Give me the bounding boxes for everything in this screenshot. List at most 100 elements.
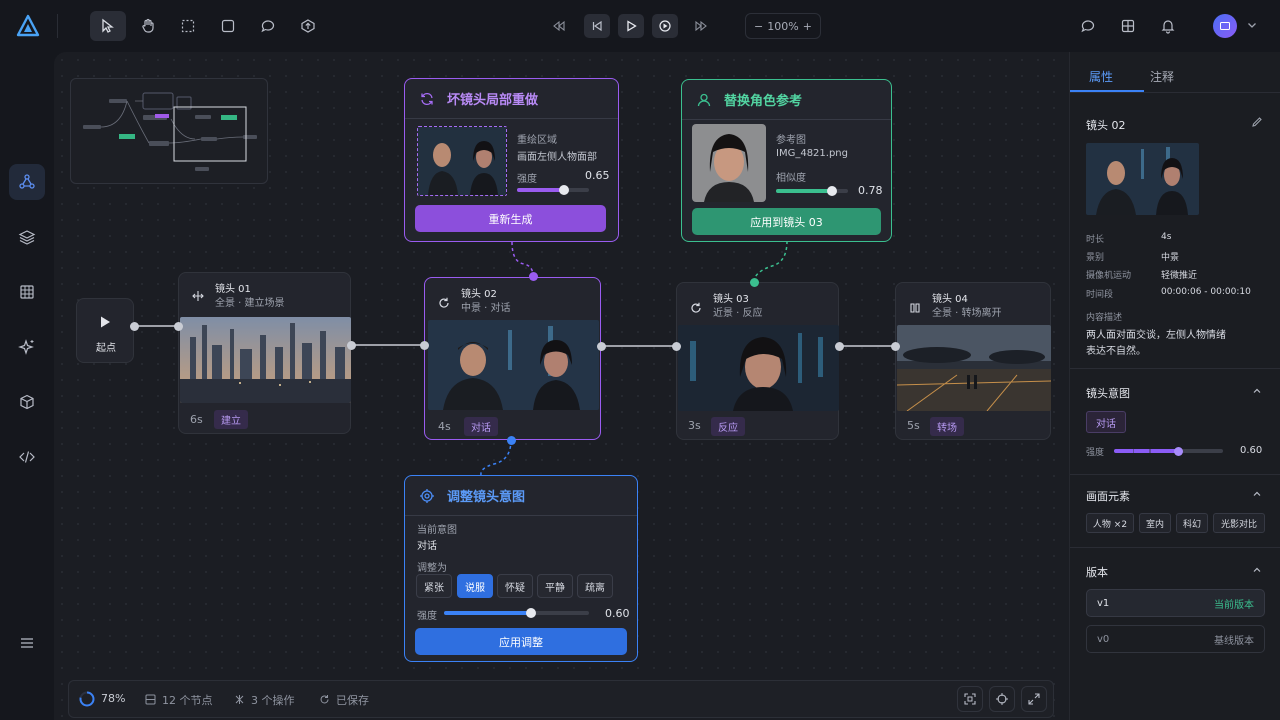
sidebar-item-code[interactable] — [9, 439, 45, 475]
intent-strength-knob[interactable] — [1174, 446, 1184, 456]
shot-04-input-port[interactable] — [891, 342, 900, 351]
intent-strength-knob[interactable] — [526, 608, 536, 618]
shot-duration: 3s — [688, 419, 701, 432]
top-toolbar: − 100% + — [0, 0, 1280, 52]
apply-adjustment-button[interactable]: 应用调整 — [415, 628, 627, 655]
versions-section-title[interactable]: 版本 — [1086, 564, 1108, 580]
shot-02-intent-port[interactable] — [507, 436, 516, 445]
sidebar-item-layers[interactable] — [9, 219, 45, 255]
sidebar-item-ai[interactable] — [9, 329, 45, 365]
shot-node-03[interactable]: 镜头 03 近景 · 反应 3s 反应 — [676, 282, 839, 440]
chat-icon — [1081, 20, 1095, 33]
rewind-button[interactable] — [546, 14, 572, 38]
shot-01-output-port[interactable] — [347, 341, 356, 350]
intent-section-title[interactable]: 镜头意图 — [1086, 385, 1130, 401]
avatar[interactable] — [1213, 14, 1237, 38]
intent-option-persuade[interactable]: 说服 — [457, 574, 493, 598]
upload-tool-button[interactable] — [290, 11, 326, 41]
redo-region-thumbnail[interactable] — [417, 126, 507, 196]
intent-strength-slider[interactable] — [444, 608, 589, 618]
tab-notes[interactable]: 注释 — [1150, 68, 1174, 85]
frame-tool-button[interactable] — [210, 11, 246, 41]
fast-forward-button[interactable] — [688, 14, 714, 38]
reference-image[interactable] — [692, 124, 766, 202]
chat-button[interactable] — [1070, 11, 1106, 41]
sidebar-item-assets[interactable] — [9, 384, 45, 420]
version-item-current[interactable]: v1 当前版本 — [1086, 589, 1265, 617]
edit-icon[interactable] — [1251, 116, 1263, 128]
shot-02-redo-port[interactable] — [529, 272, 538, 281]
hand-tool-button[interactable] — [130, 11, 166, 41]
redo-strength-label: 强度 — [517, 174, 537, 185]
divider — [1070, 547, 1280, 548]
square-icon — [221, 19, 235, 33]
apply-to-shot-button[interactable]: 应用到镜头 03 — [692, 208, 881, 235]
intent-option-distant[interactable]: 疏离 — [577, 574, 613, 598]
shot-node-02[interactable]: 镜头 02 中景 · 对话 4s 对话 — [424, 277, 601, 440]
user-icon — [697, 93, 711, 106]
intent-tag[interactable]: 对话 — [1086, 411, 1126, 433]
elements-section-title[interactable]: 画面元素 — [1086, 488, 1130, 504]
element-chip[interactable]: 光影对比 — [1213, 513, 1265, 533]
move-icon — [192, 291, 204, 301]
shot-node-01[interactable]: 镜头 01 全景 · 建立场景 6s 建立 — [178, 272, 351, 434]
notifications-button[interactable] — [1150, 11, 1186, 41]
intent-option-doubt[interactable]: 怀疑 — [497, 574, 533, 598]
fast-forward-icon — [695, 20, 707, 32]
element-chip[interactable]: 室内 — [1139, 513, 1171, 533]
layout-button[interactable] — [1110, 11, 1146, 41]
marquee-tool-button[interactable] — [170, 11, 206, 41]
replace-panel-title: 替换角色参考 — [724, 94, 803, 109]
element-chip[interactable]: 人物 ×2 — [1086, 513, 1134, 533]
zoom-out-icon[interactable]: − — [754, 20, 763, 33]
sparkle-icon — [18, 339, 34, 355]
zoom-in-icon[interactable]: + — [803, 20, 812, 33]
intent-option-tense[interactable]: 紧张 — [416, 574, 452, 598]
shot-node-04[interactable]: 镜头 04 全景 · 转场离开 5s 转场 — [895, 282, 1051, 440]
menu-button[interactable] — [9, 625, 45, 661]
comment-tool-button[interactable] — [250, 11, 286, 41]
fit-view-button[interactable] — [957, 686, 983, 712]
chevron-up-icon[interactable] — [1252, 386, 1262, 396]
similarity-knob[interactable] — [827, 186, 838, 196]
save-status: 已保存 — [336, 694, 369, 707]
chevron-up-icon[interactable] — [1252, 565, 1262, 575]
select-tool-button[interactable] — [90, 11, 126, 41]
intent-option-calm[interactable]: 平静 — [537, 574, 573, 598]
play-button[interactable] — [618, 14, 644, 38]
zoom-control[interactable]: − 100% + — [745, 13, 821, 39]
loop-button[interactable] — [652, 14, 678, 38]
redo-strength-slider[interactable] — [517, 185, 589, 195]
chevron-up-icon[interactable] — [1252, 489, 1262, 499]
zoom-level: 100% — [767, 19, 799, 33]
regenerate-button[interactable]: 重新生成 — [415, 205, 606, 232]
chevron-down-icon[interactable] — [1246, 19, 1258, 34]
saved-icon — [320, 695, 329, 704]
skip-back-button[interactable] — [584, 14, 610, 38]
start-node[interactable]: 起点 — [76, 298, 134, 363]
shot-03-replace-port[interactable] — [750, 278, 759, 287]
intent-strength-fill — [1114, 449, 1180, 453]
sidebar-item-table[interactable] — [9, 274, 45, 310]
refresh-icon — [439, 297, 449, 308]
shot-03-input-port[interactable] — [672, 342, 681, 351]
version-item-baseline[interactable]: v0 基线版本 — [1086, 625, 1265, 653]
similarity-slider[interactable] — [776, 186, 848, 196]
element-chip[interactable]: 科幻 — [1176, 513, 1208, 533]
similarity-value: 0.78 — [858, 184, 883, 197]
node-canvas[interactable]: 起点 镜头 01 全景 · 建立场景 6s 建立 镜头 02 中景 · 对话 4s … — [54, 52, 1069, 720]
shot-01-input-port[interactable] — [174, 322, 183, 331]
shot-02-input-port[interactable] — [420, 341, 429, 350]
center-view-button[interactable] — [989, 686, 1015, 712]
shot-02-output-port[interactable] — [597, 342, 606, 351]
intent-strength-bar[interactable] — [1114, 446, 1223, 456]
shot-subtitle: 全景 · 转场离开 — [932, 308, 1002, 319]
start-output-port[interactable] — [130, 322, 139, 331]
shot-03-output-port[interactable] — [835, 342, 844, 351]
fullscreen-button[interactable] — [1021, 686, 1047, 712]
shot-duration: 4s — [438, 420, 451, 433]
redo-strength-knob[interactable] — [558, 185, 569, 195]
tab-properties[interactable]: 属性 — [1089, 68, 1113, 85]
prop-value: 4s — [1161, 232, 1172, 242]
sidebar-item-graph[interactable] — [9, 164, 45, 200]
